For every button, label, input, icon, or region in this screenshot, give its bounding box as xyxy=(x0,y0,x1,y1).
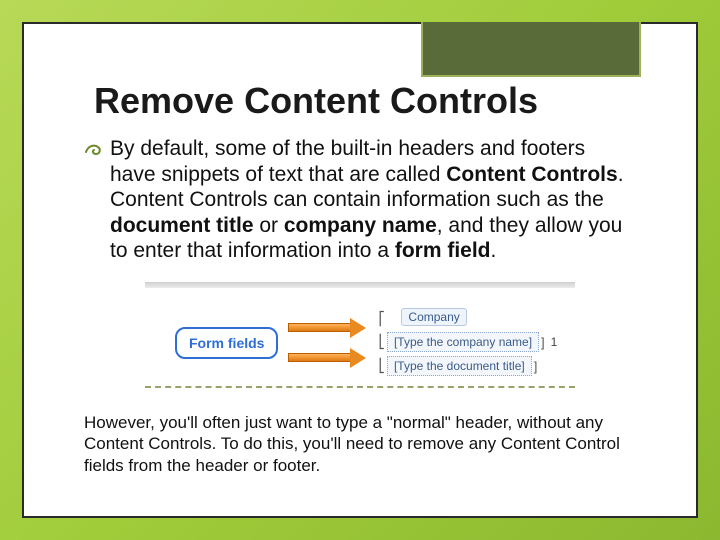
bracket-icon: ⎣ xyxy=(378,334,385,350)
arrows-group xyxy=(288,317,368,369)
corner-decoration xyxy=(421,22,641,77)
bracket-icon: ] xyxy=(534,359,538,374)
field-row-company: ⎣ [Type the company name] ] 1 xyxy=(378,332,557,352)
bold-text: document title xyxy=(110,214,254,237)
company-tab: ⎡ Company xyxy=(378,310,557,328)
slide: Remove Content Controls By default, some… xyxy=(22,22,698,518)
form-fields-diagram: Form fields ⎡ Company ⎣ [Type the compan… xyxy=(145,282,575,388)
diagram-dashed-rule xyxy=(145,386,575,388)
bracket-icon: ] xyxy=(541,335,545,350)
arrow-icon xyxy=(288,319,366,337)
bracket-icon: ⎣ xyxy=(378,358,385,374)
form-fields-badge: Form fields xyxy=(175,327,278,359)
bullet-item: By default, some of the built-in headers… xyxy=(84,136,636,264)
bracket-icon: ⎡ xyxy=(378,311,385,326)
bold-text: company name xyxy=(284,214,437,237)
body-text: By default, some of the built-in headers… xyxy=(24,136,696,264)
arrow-icon xyxy=(288,349,366,367)
paragraph-1: By default, some of the built-in headers… xyxy=(110,136,636,264)
company-name-field: [Type the company name] xyxy=(387,332,539,352)
content-control-fields: ⎡ Company ⎣ [Type the company name] ] 1 … xyxy=(378,310,557,376)
paragraph-2: However, you'll often just want to type … xyxy=(24,394,696,476)
text: or xyxy=(254,214,284,237)
bold-text: form field xyxy=(395,239,491,262)
page-number: 1 xyxy=(551,335,558,349)
company-label: Company xyxy=(401,308,466,326)
document-title-field: [Type the document title] xyxy=(387,356,532,376)
swirl-bullet-icon xyxy=(84,140,104,162)
diagram-top-rule xyxy=(145,282,575,288)
field-row-title: ⎣ [Type the document title] ] xyxy=(378,356,557,376)
bold-text: Content Controls xyxy=(446,163,617,186)
diagram-main: Form fields ⎡ Company ⎣ [Type the compan… xyxy=(145,310,575,376)
text: . xyxy=(491,239,497,262)
